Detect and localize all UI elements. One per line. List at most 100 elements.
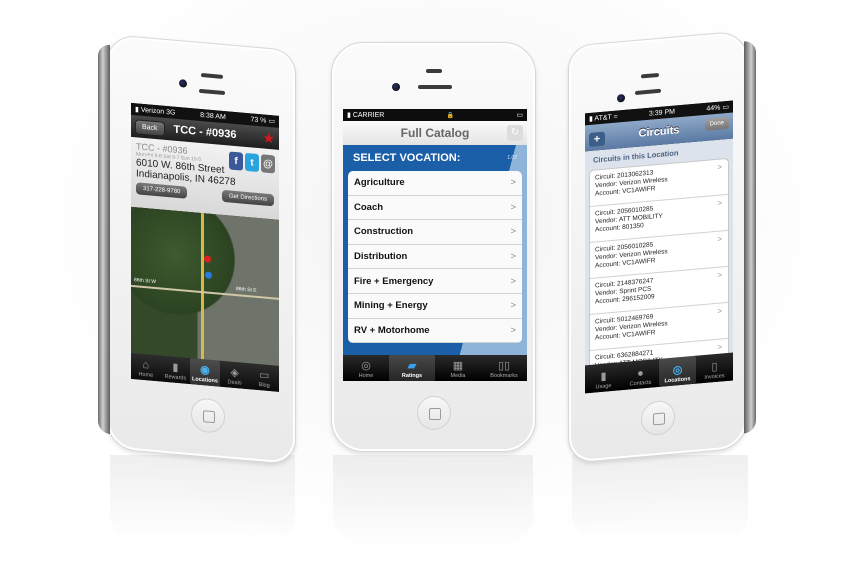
earpiece — [635, 88, 661, 96]
vocation-item[interactable]: Coach > — [348, 196, 522, 221]
tab-label: Ratings — [401, 373, 423, 379]
battery-level: 73 % — [250, 116, 267, 125]
vocation-item[interactable]: RV + Motorhome > — [348, 319, 522, 344]
facebook-icon[interactable]: f — [229, 151, 243, 171]
circuits-screen: ▮ AT&T ≈ 3:39 PM 44% ▭ + Circuits Done C… — [585, 100, 733, 394]
battery-level: 44% — [706, 104, 721, 113]
call-button[interactable]: 317-228-9780 — [136, 182, 188, 199]
refresh-icon[interactable]: ↻ — [507, 125, 523, 141]
carrier-label: CARRIER — [352, 112, 385, 119]
tab-home[interactable]: ⌂ Home — [131, 353, 161, 382]
tab-label: Rewards — [164, 373, 187, 382]
version-label: 1.02 — [507, 155, 517, 161]
battery-icon: ▭ — [268, 117, 275, 126]
add-button[interactable]: + — [589, 131, 605, 148]
home-button[interactable] — [641, 399, 675, 437]
lock-icon: 🔒 — [446, 112, 455, 119]
tab-ratings[interactable]: ▰ Ratings — [389, 355, 435, 381]
tab-locations[interactable]: ◎ Locations — [659, 355, 696, 387]
carrier-label: AT&T — [594, 114, 612, 123]
vocation-label: Mining + Energy — [354, 300, 428, 312]
blog-icon: ▭ — [258, 369, 270, 382]
twitter-icon[interactable]: t — [245, 152, 259, 173]
network-label: 3G — [166, 108, 176, 117]
battery-icon: ▭ — [722, 103, 729, 112]
chevron-right-icon: > — [717, 306, 722, 316]
tab-deals[interactable]: ◈ Deals — [220, 361, 250, 390]
vocation-label: RV + Motorhome — [354, 324, 430, 336]
person-icon: ● — [637, 367, 644, 380]
vocation-catalog-screen: ▮ CARRIER 🔒 ▭ Full Catalog ↻ SELECT VOCA… — [343, 109, 527, 381]
vocation-label: Distribution — [354, 251, 408, 263]
home-icon: ◎ — [361, 360, 371, 372]
tab-blog[interactable]: ▭ Blog — [249, 363, 279, 392]
vocation-item[interactable]: Agriculture > — [348, 171, 522, 196]
phone-right: ▮ AT&T ≈ 3:39 PM 44% ▭ + Circuits Done C… — [568, 30, 748, 464]
tab-usage[interactable]: ▮ Usage — [585, 362, 622, 393]
chevron-right-icon: > — [510, 201, 516, 213]
tab-label: Locations — [664, 376, 691, 385]
speaker — [641, 72, 659, 79]
vocation-label: Coach — [354, 201, 384, 213]
locations-icon: ◉ — [200, 363, 210, 377]
vocation-label: Agriculture — [354, 177, 405, 189]
done-button[interactable]: Done — [704, 116, 729, 131]
email-icon[interactable]: @ — [261, 154, 275, 174]
phone-middle: ▮ CARRIER 🔒 ▭ Full Catalog ↻ SELECT VOCA… — [331, 42, 536, 452]
map-pin-icon[interactable] — [204, 255, 211, 263]
phone-reflection — [572, 455, 748, 545]
carrier-label: Verizon — [140, 106, 165, 116]
chevron-right-icon: > — [510, 324, 516, 336]
tab-label: Usage — [595, 383, 612, 391]
tab-label: Locations — [191, 376, 218, 385]
tab-contacts[interactable]: ● Contacts — [622, 359, 659, 390]
location-card: TCC - #0936 Mon-Fri 9-8 Sat 9-7 Sun 10-5… — [131, 136, 279, 220]
home-button[interactable] — [191, 397, 225, 435]
tab-media[interactable]: ▦ Media — [435, 355, 481, 381]
chevron-right-icon: > — [717, 234, 722, 244]
phone-reflection — [333, 455, 533, 545]
tab-locations[interactable]: ◉ Locations — [190, 358, 220, 387]
tab-label: Home — [358, 373, 374, 379]
home-button[interactable] — [417, 396, 451, 430]
vocation-list: Agriculture > Coach > Construction > Distri… — [348, 171, 522, 344]
target-icon: ◎ — [672, 363, 683, 377]
back-button[interactable]: Back — [135, 118, 165, 137]
signal-icon: ▮ — [135, 106, 139, 114]
vocation-label: Fire + Emergency — [354, 275, 434, 287]
tab-label: Invoices — [704, 373, 725, 381]
tab-home[interactable]: ◎ Home — [343, 355, 389, 381]
tab-invoices[interactable]: ▯ Invoices — [696, 352, 733, 383]
nav-title: Circuits — [638, 124, 680, 140]
chevron-right-icon: > — [510, 300, 516, 312]
signal-icon: ▮ — [589, 115, 593, 124]
status-bar: ▮ CARRIER 🔒 ▭ — [343, 109, 527, 121]
phone-left: ▮ Verizon 3G 8:38 AM 73 % ▭ Back TCC - #… — [106, 33, 296, 466]
chevron-right-icon: > — [717, 342, 722, 352]
chevron-right-icon: > — [717, 270, 722, 280]
tab-rewards[interactable]: ▮ Rewards — [161, 355, 191, 384]
vocation-item[interactable]: Mining + Energy > — [348, 294, 522, 319]
earpiece — [199, 88, 225, 96]
current-location-icon — [205, 271, 212, 279]
vocation-item[interactable]: Distribution > — [348, 245, 522, 270]
tab-label: Contacts — [629, 379, 652, 388]
chevron-right-icon: > — [510, 251, 516, 263]
tab-label: Deals — [227, 379, 242, 387]
map-view[interactable]: 86th St W 86th St E — [131, 206, 279, 368]
showcase-stage: ▮ Verizon 3G 8:38 AM 73 % ▭ Back TCC - #… — [0, 0, 860, 562]
vocation-label: Construction — [354, 226, 414, 238]
vocation-item[interactable]: Construction > — [348, 220, 522, 245]
vocation-panel: SELECT VOCATION: 1.02 Agriculture > Coach… — [343, 145, 527, 355]
chevron-right-icon: > — [510, 226, 516, 238]
tab-bookmarks[interactable]: ▯▯ Bookmarks — [481, 355, 527, 381]
vocation-item[interactable]: Fire + Emergency > — [348, 269, 522, 294]
star-icon[interactable]: ★ — [262, 129, 275, 147]
book-icon: ▯▯ — [497, 360, 511, 372]
speaker — [201, 73, 223, 79]
phone-reflection — [110, 455, 295, 545]
chevron-right-icon: > — [717, 198, 722, 208]
clock: 3:39 PM — [648, 108, 675, 118]
get-directions-button[interactable]: Get Directions — [221, 189, 274, 207]
camera-icon — [617, 93, 625, 103]
